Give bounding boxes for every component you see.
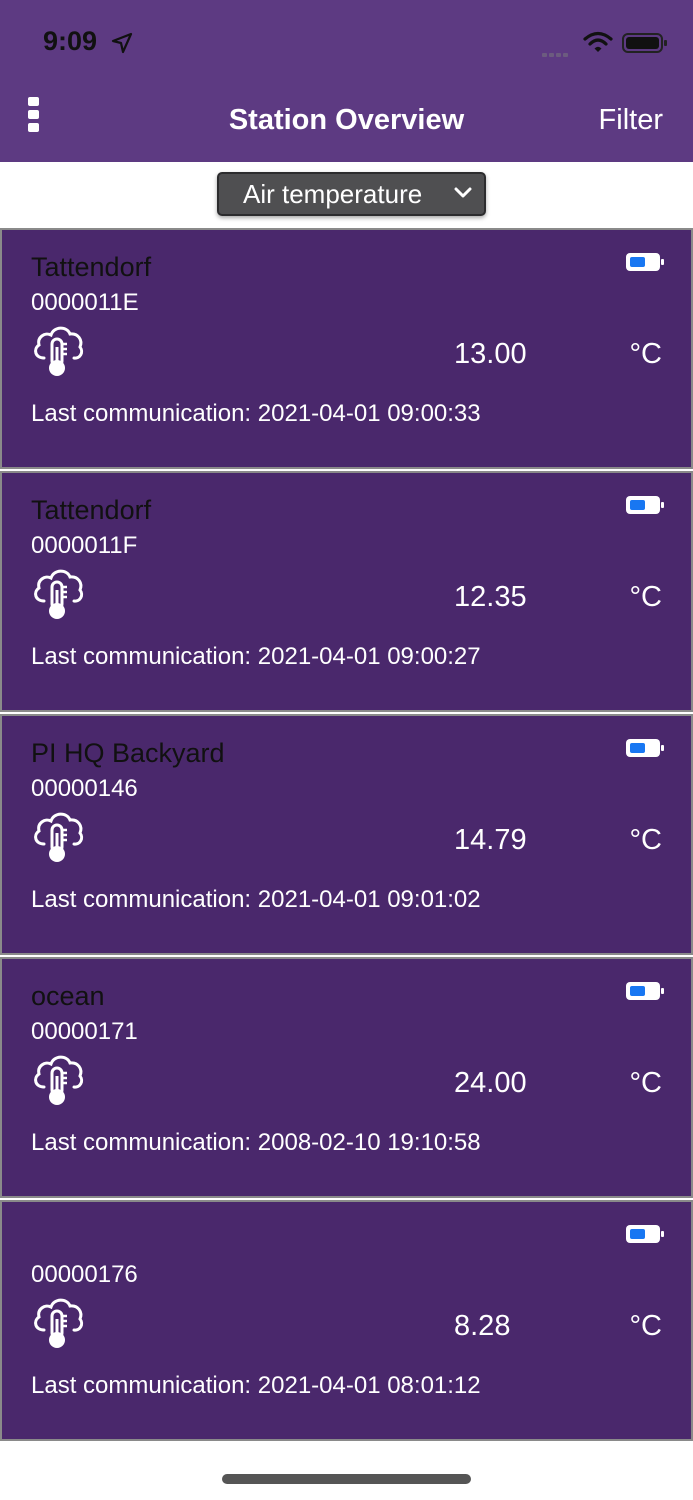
station-unit: °C [629,1067,662,1099]
measurement-select-value: Air temperature [243,179,423,209]
station-unit: °C [629,581,662,613]
last-communication: Last communication: 2008-02-10 19:10:58 [31,1129,481,1156]
station-card[interactable]: ocean 00000171 24.00 °C Last communicati… [0,957,693,1198]
station-name: ocean [31,981,105,1011]
station-value: 12.35 [454,581,527,613]
station-value: 13.00 [454,338,527,370]
station-serial: 0000011E [31,289,139,316]
chevron-down-icon [454,187,472,198]
station-card[interactable]: PI HQ Backyard 00000146 14.79 °C Last co… [0,714,693,955]
last-communication: Last communication: 2021-04-01 09:00:33 [31,400,481,427]
home-indicator[interactable] [222,1474,471,1484]
status-time: 9:09 [43,26,98,56]
battery-icon [626,739,664,757]
station-unit: °C [629,824,662,856]
measurement-select[interactable]: Air temperature [217,172,486,216]
station-value: 8.28 [454,1310,511,1342]
location-arrow-icon [111,32,133,54]
wifi-icon [583,31,613,52]
cloud-thermometer-icon [34,1055,84,1105]
battery-icon [626,1225,664,1243]
station-serial: 00000176 [31,1261,138,1288]
battery-icon [626,982,664,1000]
station-unit: °C [629,338,662,370]
status-battery-icon [622,33,667,53]
station-name: Tattendorf [31,495,152,525]
station-list: Tattendorf 0000011E 13.00 °C Last commun… [0,228,693,1443]
cloud-thermometer-icon [34,1298,84,1348]
last-communication: Last communication: 2021-04-01 08:01:12 [31,1372,481,1399]
cloud-thermometer-icon [34,812,84,862]
station-name: Tattendorf [31,252,152,282]
page-title: Station Overview [228,104,465,136]
station-card[interactable]: Tattendorf 0000011F 12.35 °C Last commun… [0,471,693,712]
station-value: 24.00 [454,1067,527,1099]
station-serial: 00000146 [31,775,138,802]
station-serial: 00000171 [31,1018,138,1045]
last-communication: Last communication: 2021-04-01 09:00:27 [31,643,481,670]
station-card[interactable]: 00000176 8.28 °C Last communication: 202… [0,1200,693,1441]
cloud-thermometer-icon [34,569,84,619]
station-name: PI HQ Backyard [31,738,225,768]
battery-icon [626,496,664,514]
app-header: 9:09 Station Overview Filter [0,0,693,162]
cloud-thermometer-icon [34,326,84,376]
station-card[interactable]: Tattendorf 0000011E 13.00 °C Last commun… [0,228,693,469]
station-unit: °C [629,1310,662,1342]
last-communication: Last communication: 2021-04-01 09:01:02 [31,886,481,913]
filter-button[interactable]: Filter [599,104,663,137]
cellular-signal-icon [542,44,570,62]
station-serial: 0000011F [31,532,138,559]
battery-icon [626,253,664,271]
station-value: 14.79 [454,824,527,856]
